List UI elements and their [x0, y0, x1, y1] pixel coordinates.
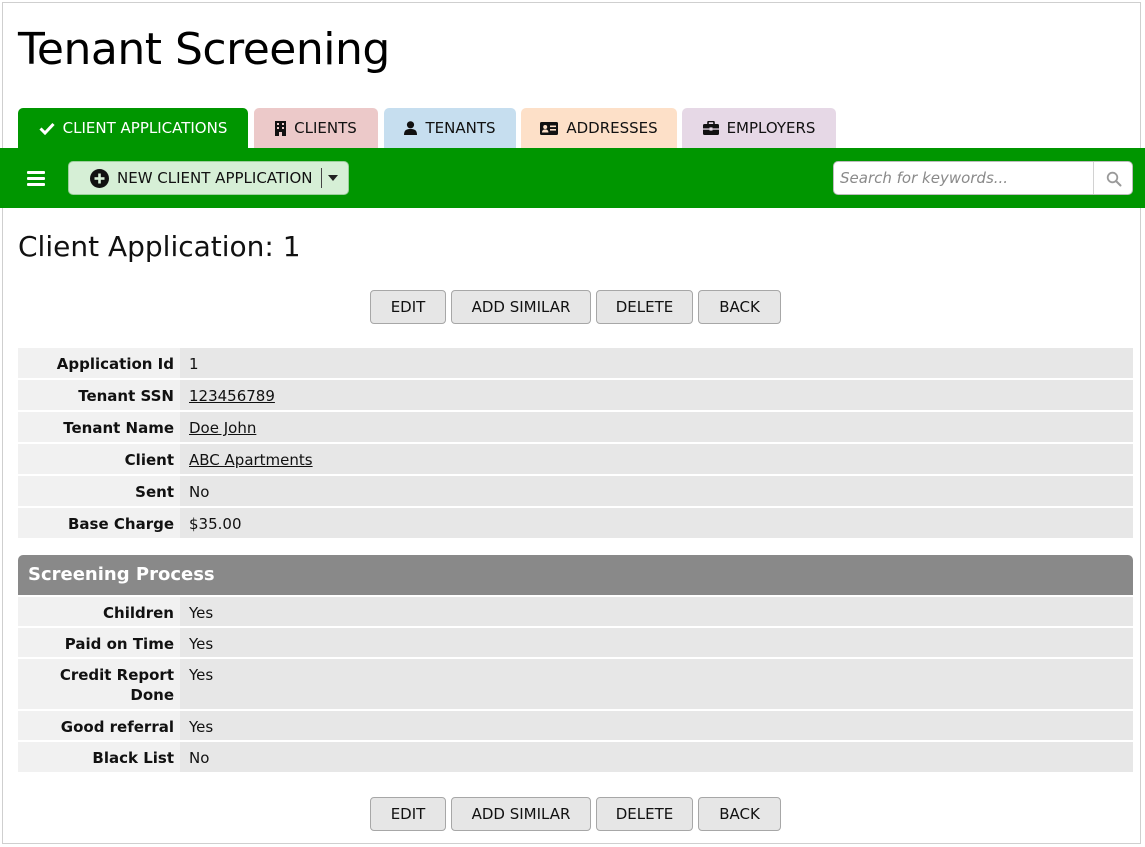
delete-button[interactable]: DELETE — [596, 290, 693, 324]
tenant-name-link[interactable]: Doe John — [189, 418, 256, 438]
building-icon — [275, 120, 287, 136]
user-icon — [404, 121, 418, 135]
field-label: Tenant Name — [63, 419, 174, 437]
field-label: Client — [124, 451, 174, 469]
field-label: Done — [130, 686, 174, 704]
screening-details: Children Yes Paid on Time Yes Credit Rep… — [18, 597, 1133, 774]
address-card-icon — [540, 121, 559, 135]
tab-employers[interactable]: EMPLOYERS — [682, 108, 836, 148]
field-row: Children Yes — [18, 597, 1133, 626]
client-link[interactable]: ABC Apartments — [189, 450, 313, 470]
tenant-ssn-link[interactable]: 123456789 — [189, 386, 275, 406]
field-row: Sent No — [18, 476, 1133, 506]
button-divider — [320, 168, 322, 188]
page-title: Client Application: 1 — [18, 230, 301, 263]
tab-addresses[interactable]: ADDRESSES — [521, 108, 677, 148]
field-value: No — [189, 483, 210, 501]
field-label: Black List — [92, 749, 174, 767]
field-row: Credit Report Done Yes — [18, 659, 1133, 709]
search-box — [833, 161, 1133, 195]
search-icon[interactable] — [1106, 171, 1122, 187]
record-details: Application Id 1 Tenant SSN 123456789 Te… — [18, 348, 1133, 540]
back-button[interactable]: BACK — [698, 797, 781, 831]
field-label: Children — [103, 604, 174, 622]
field-value: 1 — [189, 355, 199, 373]
action-bar-bottom: EDIT ADD SIMILAR DELETE BACK — [370, 797, 790, 831]
checkmark-icon — [39, 122, 55, 135]
tab-label: CLIENT APPLICATIONS — [62, 119, 228, 137]
field-value: Yes — [189, 718, 214, 736]
plus-circle-icon — [90, 168, 109, 188]
edit-button[interactable]: EDIT — [370, 290, 446, 324]
field-value: $35.00 — [189, 515, 242, 533]
action-bar-top: EDIT ADD SIMILAR DELETE BACK — [370, 290, 790, 324]
field-value: Yes — [189, 666, 214, 684]
app-title: Tenant Screening — [18, 24, 390, 75]
tab-clients[interactable]: CLIENTS — [254, 108, 378, 148]
field-row: Tenant Name Doe John — [18, 412, 1133, 442]
back-button[interactable]: BACK — [698, 290, 781, 324]
field-row: Good referral Yes — [18, 711, 1133, 740]
edit-button[interactable]: EDIT — [370, 797, 446, 831]
delete-button[interactable]: DELETE — [596, 797, 693, 831]
field-label: Good referral — [60, 718, 174, 736]
field-row: Application Id 1 — [18, 348, 1133, 378]
section-header: Screening Process — [18, 555, 1133, 595]
field-value: Yes — [189, 604, 214, 622]
field-value: No — [189, 749, 210, 767]
field-label: Credit Report — [59, 666, 174, 684]
field-value: Yes — [189, 635, 214, 653]
tab-client-applications[interactable]: CLIENT APPLICATIONS — [18, 108, 248, 148]
search-input[interactable] — [840, 167, 1085, 189]
field-row: Black List No — [18, 742, 1133, 772]
hamburger-icon[interactable] — [27, 169, 47, 187]
field-row: Base Charge $35.00 — [18, 508, 1133, 538]
field-label: Paid on Time — [64, 635, 174, 653]
chevron-down-icon[interactable] — [327, 175, 338, 181]
toolbar: NEW CLIENT APPLICATION — [0, 148, 1145, 208]
add-similar-button[interactable]: ADD SIMILAR — [451, 797, 591, 831]
field-row: Tenant SSN 123456789 — [18, 380, 1133, 410]
section-title: Screening Process — [28, 564, 215, 585]
tab-label: TENANTS — [425, 119, 496, 137]
field-label: Tenant SSN — [78, 387, 174, 405]
tab-label: ADDRESSES — [566, 119, 658, 137]
field-label: Application Id — [56, 355, 174, 373]
add-similar-button[interactable]: ADD SIMILAR — [451, 290, 591, 324]
tab-label: CLIENTS — [294, 119, 357, 137]
briefcase-icon — [702, 121, 719, 135]
new-client-application-button[interactable]: NEW CLIENT APPLICATION — [68, 161, 349, 195]
field-row: Paid on Time Yes — [18, 628, 1133, 657]
field-label: Base Charge — [68, 515, 174, 533]
field-row: Client ABC Apartments — [18, 444, 1133, 474]
tab-label: EMPLOYERS — [726, 119, 816, 137]
new-client-application-label: NEW CLIENT APPLICATION — [117, 169, 313, 187]
search-divider — [1093, 162, 1094, 194]
field-label: Sent — [135, 483, 174, 501]
tab-tenants[interactable]: TENANTS — [384, 108, 516, 148]
